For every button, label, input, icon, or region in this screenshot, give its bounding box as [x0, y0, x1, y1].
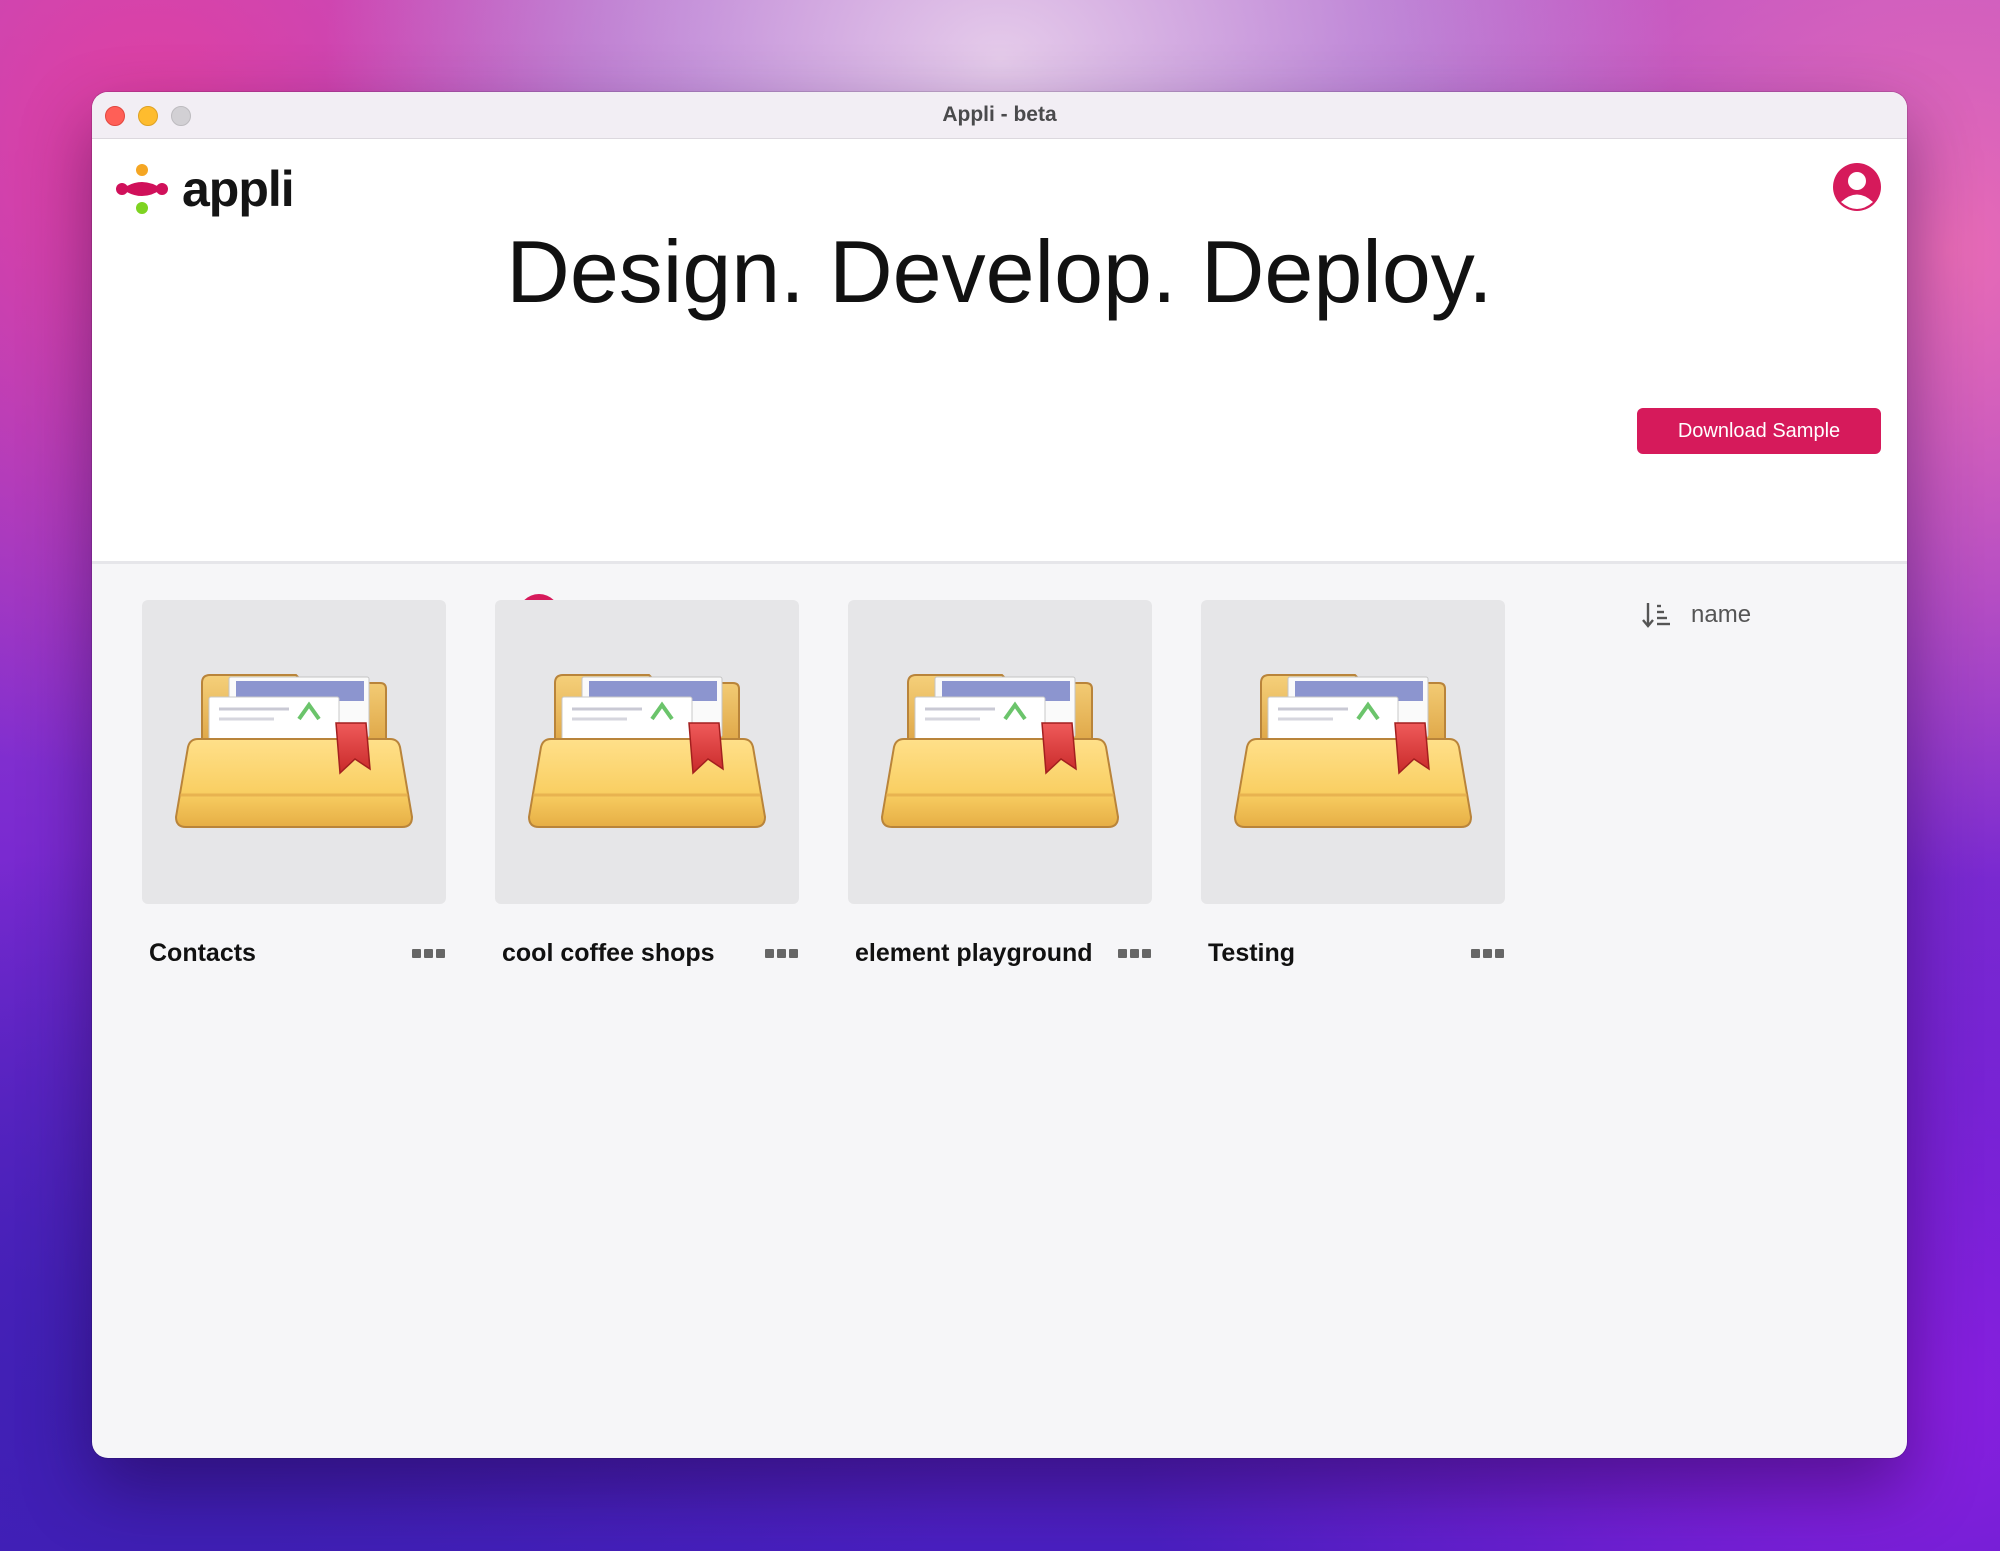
title-bar: Appli - beta: [92, 92, 1907, 139]
more-horizontal-icon[interactable]: [765, 946, 799, 960]
project-name[interactable]: Contacts: [149, 928, 256, 978]
project-card-footer: Contacts: [142, 928, 446, 978]
user-circle-icon[interactable]: [1831, 161, 1883, 213]
download-sample-button[interactable]: Download Sample: [1637, 408, 1881, 454]
folder-icon: [1233, 667, 1473, 837]
folder-icon: [880, 667, 1120, 837]
project-card-footer: Testing: [1201, 928, 1505, 978]
window-title: Appli - beta: [942, 103, 1057, 126]
project-card-footer: element playground: [848, 928, 1152, 978]
project-thumbnail[interactable]: [142, 600, 446, 904]
sort-ascending-icon[interactable]: [1642, 600, 1672, 630]
project-card[interactable]: Contacts: [142, 600, 446, 978]
logo-text: appli: [182, 161, 295, 217]
more-horizontal-icon[interactable]: [1118, 946, 1152, 960]
header: appli Design. Develop. Deploy. Download …: [92, 139, 1907, 564]
appli-logo-icon: [116, 164, 168, 214]
more-horizontal-icon[interactable]: [1471, 946, 1505, 960]
project-name[interactable]: Testing: [1208, 928, 1295, 978]
project-card-footer: cool coffee shops: [495, 928, 799, 978]
logo: appli: [114, 159, 295, 219]
more-horizontal-icon[interactable]: [412, 946, 446, 960]
sort-label[interactable]: name: [1691, 592, 1751, 638]
project-name[interactable]: cool coffee shops: [502, 928, 715, 978]
project-card[interactable]: cool coffee shops: [495, 600, 799, 978]
project-card[interactable]: Testing: [1201, 600, 1505, 978]
app-window: Appli - beta appli Design. Develop. Depl…: [92, 92, 1907, 1458]
project-thumbnail[interactable]: [495, 600, 799, 904]
tagline: Design. Develop. Deploy.: [506, 222, 1493, 321]
folder-icon: [174, 667, 414, 837]
project-name[interactable]: element playground: [855, 928, 1093, 978]
project-thumbnail[interactable]: [848, 600, 1152, 904]
project-card[interactable]: element playground: [848, 600, 1152, 978]
folder-icon: [527, 667, 767, 837]
project-thumbnail[interactable]: [1201, 600, 1505, 904]
